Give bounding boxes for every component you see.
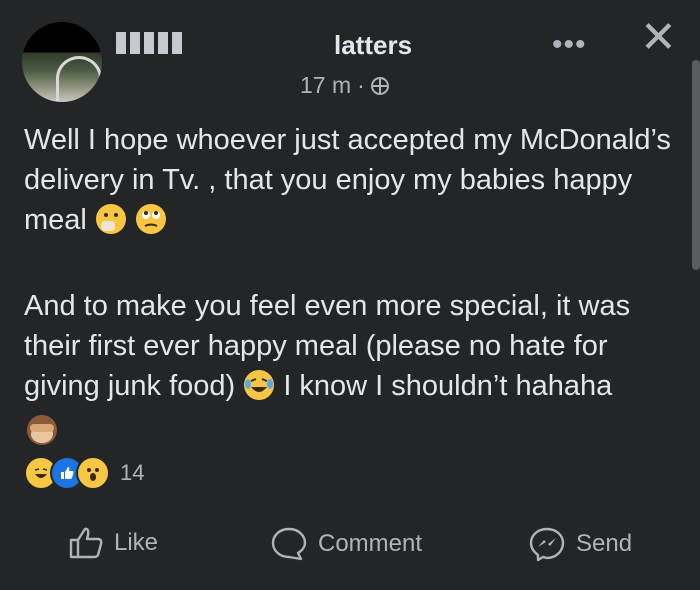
post-meta: 17 m · xyxy=(300,72,389,99)
face-with-hand-over-mouth-emoji-icon xyxy=(95,203,127,246)
like-label: Like xyxy=(114,529,159,556)
send-button[interactable]: Send xyxy=(528,526,632,562)
eye-roll-emoji-icon xyxy=(135,203,167,246)
post-actions-bar: Like Comment Send xyxy=(0,520,700,572)
like-button[interactable]: Like xyxy=(68,526,158,560)
messenger-icon xyxy=(528,526,566,562)
post-paragraph-2: And to make you feel even more special, … xyxy=(24,286,684,459)
reactions-summary[interactable]: 14 xyxy=(24,456,144,490)
more-options-icon[interactable]: ••• xyxy=(552,28,587,62)
post-body: Well I hope whoever just accepted my McD… xyxy=(24,120,684,499)
send-label: Send xyxy=(576,530,633,557)
post-time[interactable]: 17 m xyxy=(300,72,351,99)
author-name[interactable]: latters xyxy=(334,30,412,61)
thumbs-up-icon xyxy=(68,526,104,560)
see-no-evil-monkey-emoji-icon xyxy=(24,412,60,459)
close-icon[interactable]: ✕ xyxy=(640,16,677,60)
author-avatar[interactable] xyxy=(22,22,102,102)
post-paragraph-2-tail: I know I shouldn’t hahaha xyxy=(283,370,613,402)
meta-separator: · xyxy=(357,72,365,98)
comment-label: Comment xyxy=(318,530,423,557)
speech-bubble-icon xyxy=(270,526,308,562)
author-name-redacted xyxy=(116,32,186,54)
wow-reaction-icon xyxy=(76,456,110,490)
post-paragraph-1: Well I hope whoever just accepted my McD… xyxy=(24,120,684,246)
comment-button[interactable]: Comment xyxy=(270,526,422,562)
globe-icon[interactable] xyxy=(370,76,389,95)
scrollbar[interactable] xyxy=(692,60,700,270)
laughing-tears-emoji-icon xyxy=(243,369,275,412)
reactions-count[interactable]: 14 xyxy=(120,460,144,486)
post-card: latters 17 m · ••• ✕ Well I hope whoever… xyxy=(0,0,700,590)
author-name-area[interactable]: latters xyxy=(112,26,452,66)
